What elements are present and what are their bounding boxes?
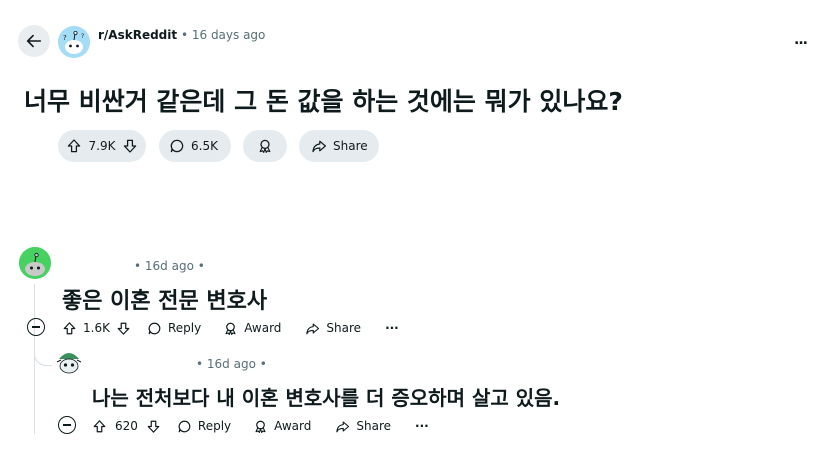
svg-text:?: ? — [81, 33, 84, 40]
share-button[interactable]: Share — [335, 419, 391, 434]
upvote-icon[interactable] — [66, 138, 82, 154]
collapse-thread-button[interactable] — [58, 416, 76, 434]
award-button[interactable]: Award — [223, 321, 281, 336]
post-time: 16 days ago — [191, 28, 266, 42]
more-horizontal-icon: ··· — [415, 419, 429, 433]
comment-vote-count: 1.6K — [83, 321, 110, 335]
upvote-icon — [63, 321, 76, 334]
award-button[interactable] — [243, 130, 287, 162]
share-label: Share — [333, 139, 368, 153]
reply-label: Reply — [167, 321, 202, 335]
snoo-avatar-icon — [53, 345, 85, 377]
share-button[interactable]: Share — [305, 321, 361, 336]
post-vote-count: 7.9K — [88, 139, 116, 153]
back-button[interactable] — [18, 25, 50, 57]
share-label: Share — [356, 419, 392, 433]
comment-count: 6.5K — [191, 139, 218, 153]
comment-avatar[interactable] — [19, 247, 51, 279]
reply-button[interactable]: Reply — [147, 321, 201, 336]
subreddit-link[interactable]: r/AskReddit — [98, 28, 177, 42]
reply-actions: 620 Reply Award Share ··· — [92, 416, 429, 436]
share-button[interactable]: Share — [299, 130, 379, 162]
award-button[interactable]: Award — [253, 419, 311, 434]
award-icon — [255, 420, 266, 433]
more-horizontal-icon: ... — [794, 32, 808, 48]
minus-icon — [63, 424, 71, 426]
more-horizontal-icon: ··· — [385, 321, 399, 335]
reply-label: Reply — [197, 419, 232, 433]
award-icon — [257, 138, 273, 154]
comment-actions: 1.6K Reply Award Share ··· — [62, 318, 399, 338]
award-label: Award — [244, 321, 282, 335]
arrow-left-icon — [26, 34, 42, 48]
minus-icon — [32, 326, 40, 328]
share-arrow-icon — [336, 420, 350, 432]
comments-button[interactable]: 6.5K — [159, 130, 231, 162]
upvote-button[interactable] — [92, 419, 107, 434]
reply-meta: • 16d ago • — [196, 357, 267, 371]
snoo-icon: ? ? — [58, 26, 90, 58]
share-arrow-icon — [306, 322, 320, 334]
snoo-avatar-icon — [19, 247, 51, 279]
more-options-button[interactable]: ··· — [415, 419, 429, 433]
svg-text:?: ? — [63, 34, 67, 42]
award-label: Award — [274, 419, 312, 433]
subreddit-avatar[interactable]: ? ? — [58, 26, 90, 58]
comment-bubble-icon — [148, 322, 161, 334]
comment-meta: • 16d ago • — [134, 259, 205, 273]
post-vote-pill: 7.9K — [58, 130, 146, 162]
reply-button[interactable]: Reply — [177, 419, 231, 434]
reply-connector — [34, 348, 52, 366]
reply-vote-count: 620 — [115, 419, 138, 433]
share-label: Share — [326, 321, 362, 335]
collapse-thread-button[interactable] — [27, 318, 45, 336]
comment-bubble-icon — [178, 420, 191, 432]
post-title: 너무 비싼거 같은데 그 돈 값을 하는 것에는 뭐가 있나요? — [24, 87, 623, 116]
award-icon — [225, 322, 236, 335]
reply-avatar[interactable] — [53, 345, 85, 377]
share-arrow-icon — [311, 138, 327, 154]
meta-separator: • — [180, 28, 189, 42]
more-options-button[interactable]: ··· — [385, 321, 399, 335]
downvote-icon[interactable] — [122, 138, 138, 154]
comment-body: 좋은 이혼 전문 변호사 — [62, 289, 268, 314]
post-meta: r/AskReddit • 16 days ago — [98, 28, 265, 42]
upvote-icon — [93, 419, 106, 432]
comment-bubble-icon — [169, 138, 185, 154]
upvote-button[interactable] — [62, 321, 77, 336]
downvote-icon — [147, 420, 160, 433]
more-options-button[interactable]: ... — [794, 32, 808, 48]
downvote-button[interactable] — [116, 321, 131, 336]
reply-body: 나는 전처보다 내 이혼 변호사를 더 증오하며 살고 있음. — [92, 386, 561, 410]
downvote-button[interactable] — [146, 419, 161, 434]
downvote-icon — [117, 322, 130, 335]
